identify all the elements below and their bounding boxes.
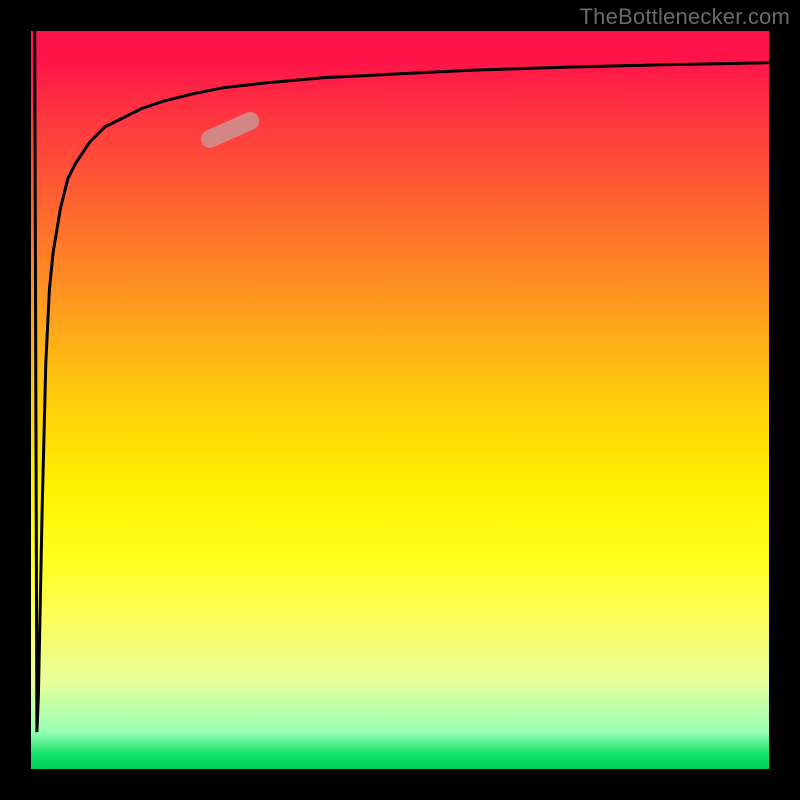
- chart-plot-area: [31, 31, 769, 769]
- watermark-text: TheBottlenecker.com: [580, 4, 790, 30]
- chart-curve: [31, 31, 769, 769]
